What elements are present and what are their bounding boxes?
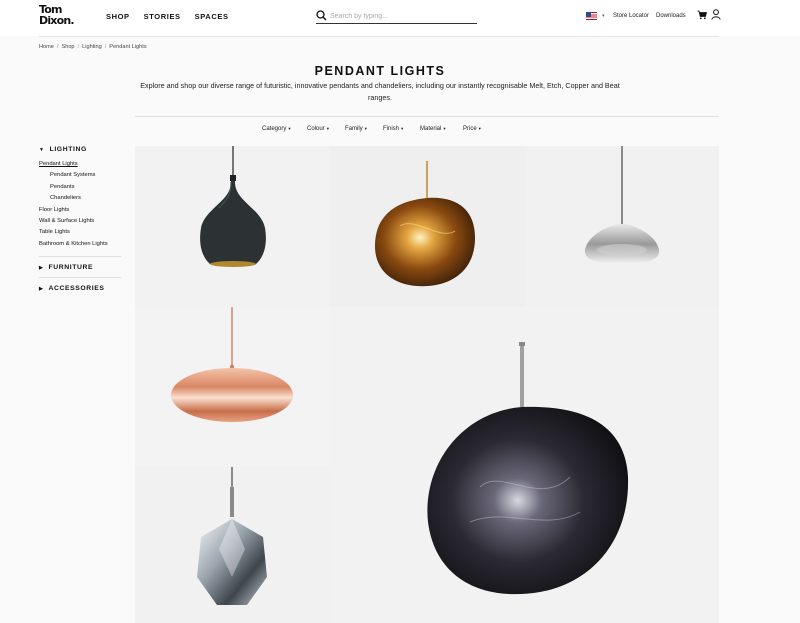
nav-shop[interactable]: SHOP: [106, 12, 130, 21]
account-icon[interactable]: [711, 9, 721, 20]
cart-icon[interactable]: [697, 10, 707, 20]
breadcrumb: Home / Shop / Lighting / Pendant Lights: [39, 44, 147, 50]
filter-label: Colour: [307, 126, 325, 132]
product-tile-copper[interactable]: [135, 307, 330, 467]
chevron-down-icon: ▾: [478, 126, 481, 131]
filter-label: Category: [262, 126, 287, 132]
downloads-link[interactable]: Downloads: [656, 13, 686, 19]
sidebar-divider: [39, 256, 121, 258]
breadcrumb-separator: /: [56, 44, 59, 50]
category-label: FURNITURE: [48, 264, 94, 272]
search-icon[interactable]: [316, 10, 327, 21]
chevron-down-icon: ▾: [443, 126, 446, 131]
breadcrumb-separator: /: [77, 44, 80, 50]
nav-spaces[interactable]: SPACES: [195, 12, 229, 21]
category-lighting[interactable]: ▼ LIGHTING: [39, 146, 121, 153]
us-flag-icon[interactable]: [586, 12, 597, 20]
main-nav: SHOP STORIES SPACES: [106, 12, 229, 21]
triangle-right-icon: ▶: [39, 264, 44, 271]
sidebar-item-pendant-systems[interactable]: Pendant Systems: [39, 170, 121, 181]
lighting-subcategories: Pendant Lights Pendant Systems Pendants Cha…: [39, 159, 121, 250]
sidebar-item-table-lights[interactable]: Table Lights: [39, 227, 121, 238]
copper-wide-pendant-image: [171, 307, 293, 422]
logo-line-2: Dixon.: [39, 14, 75, 27]
breadcrumb-shop[interactable]: Shop: [61, 44, 74, 50]
category-sidebar: ▼ LIGHTING Pendant Lights Pendant Systems…: [39, 146, 121, 292]
melt-smoke-pendant-image: [427, 342, 629, 595]
breadcrumb-pendant-lights[interactable]: Pendant Lights: [109, 44, 146, 50]
filter-category[interactable]: Category ▾: [262, 126, 307, 132]
filter-label: Price: [463, 126, 477, 132]
filter-family[interactable]: Family ▾: [345, 126, 383, 132]
chevron-down-icon: ▾: [326, 126, 329, 131]
breadcrumb-lighting[interactable]: Lighting: [82, 44, 102, 50]
filter-material[interactable]: Material ▾: [420, 126, 463, 132]
filter-label: Material: [420, 126, 442, 132]
filter-price[interactable]: Price ▾: [463, 126, 493, 132]
filter-label: Finish: [383, 126, 400, 132]
sidebar-item-pendants[interactable]: Pendants: [39, 182, 121, 193]
product-tile-melt-smoke[interactable]: [330, 307, 719, 623]
cut-pendant-image: [197, 467, 267, 605]
category-label: ACCESSORIES: [48, 285, 105, 293]
sidebar-item-bathroom-kitchen-lights[interactable]: Bathroom & Kitchen Lights: [39, 239, 121, 250]
category-label: LIGHTING: [49, 146, 87, 153]
sidebar-divider: [39, 277, 121, 279]
site-header: Tom Dixon. SHOP STORIES SPACES ▾ Store L…: [0, 0, 800, 36]
product-tile-cut[interactable]: [135, 467, 330, 623]
beat-pendant-image: [200, 146, 266, 267]
header-divider: [39, 36, 719, 37]
product-tile-beat[interactable]: [135, 146, 330, 307]
brand-logo[interactable]: Tom Dixon.: [39, 4, 85, 31]
chevron-down-icon: ▾: [401, 126, 404, 131]
filter-bar: Category ▾ Colour ▾ Family ▾ Finish ▾ Materi…: [262, 126, 493, 132]
void-chrome-pendant-image: [584, 146, 660, 264]
sidebar-item-pendant-lights[interactable]: Pendant Lights: [39, 159, 121, 170]
search-input[interactable]: [330, 10, 475, 22]
breadcrumb-separator: /: [104, 44, 107, 50]
sidebar-item-wall-surface-lights[interactable]: Wall & Surface Lights: [39, 216, 121, 227]
store-locator-link[interactable]: Store Locator: [613, 13, 649, 19]
nav-stories[interactable]: STORIES: [144, 12, 181, 21]
breadcrumb-home[interactable]: Home: [39, 44, 54, 50]
search-bar: [316, 10, 477, 24]
category-furniture[interactable]: ▶ FURNITURE: [39, 264, 121, 271]
filter-colour[interactable]: Colour ▾: [307, 126, 345, 132]
chevron-down-icon: ▾: [288, 126, 291, 131]
chevron-down-icon[interactable]: ▾: [602, 13, 605, 19]
melt-gold-pendant-image: [375, 161, 475, 287]
product-tile-void[interactable]: [525, 146, 719, 307]
triangle-down-icon: ▼: [39, 146, 45, 153]
category-accessories[interactable]: ▶ ACCESSORIES: [39, 285, 121, 292]
product-tile-melt-gold[interactable]: [330, 146, 525, 307]
page-intro: Explore and shop our diverse range of fu…: [140, 81, 620, 102]
product-grid: [135, 146, 719, 623]
page-title: PENDANT LIGHTS: [314, 64, 446, 78]
filter-divider: [135, 116, 719, 117]
sidebar-item-floor-lights[interactable]: Floor Lights: [39, 205, 121, 216]
filter-finish[interactable]: Finish ▾: [383, 126, 420, 132]
sidebar-item-chandeliers[interactable]: Chandeliers: [39, 193, 121, 204]
triangle-right-icon: ▶: [39, 285, 44, 292]
chevron-down-icon: ▾: [364, 126, 367, 131]
filter-label: Family: [345, 126, 363, 132]
